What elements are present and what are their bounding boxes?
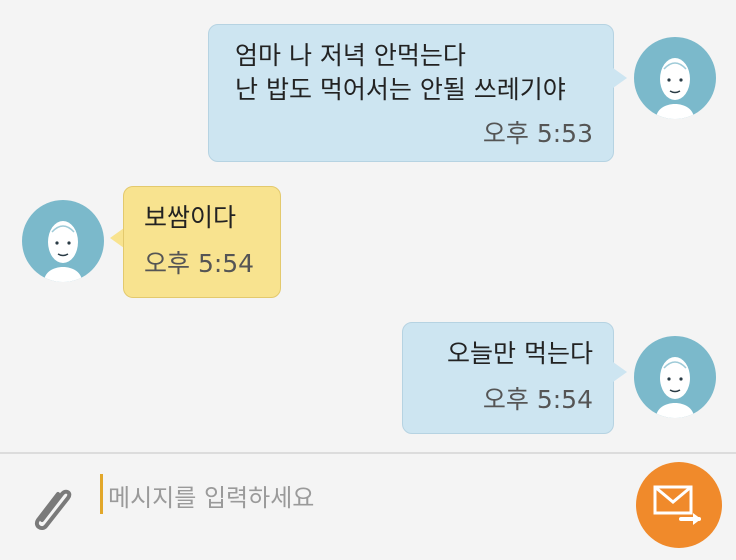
message-input-bar: 메시지를 입력하세요 [0, 452, 736, 560]
paperclip-icon[interactable] [24, 480, 76, 536]
message-bubble: 오늘만 먹는다 오후 5:54 [402, 322, 614, 434]
avatar-icon[interactable] [22, 200, 104, 282]
envelope-send-icon [653, 485, 701, 525]
chat-area: 엄마 나 저녁 안먹는다 난 밥도 먹어서는 안될 쓰레기야 오후 5:53 보… [0, 0, 736, 452]
message-text: 보쌈이다 [144, 203, 237, 232]
bubble-tail [613, 362, 627, 382]
message-text: 오늘만 먹는다 [447, 339, 593, 368]
message-text: 엄마 나 저녁 안먹는다 난 밥도 먹어서는 안될 쓰레기야 [235, 41, 566, 104]
message-bubble: 보쌈이다 오후 5:54 [123, 186, 281, 298]
message-time: 오후 5:54 [144, 249, 255, 278]
bubble-tail [613, 68, 627, 88]
message-bubble: 엄마 나 저녁 안먹는다 난 밥도 먹어서는 안될 쓰레기야 오후 5:53 [208, 24, 614, 162]
avatar-icon[interactable] [634, 336, 716, 418]
message-time: 오후 5:53 [482, 119, 593, 148]
avatar-icon[interactable] [634, 37, 716, 119]
message-time: 오후 5:54 [482, 385, 593, 414]
send-button[interactable] [636, 462, 722, 548]
bubble-tail [110, 228, 124, 248]
message-input[interactable]: 메시지를 입력하세요 [108, 478, 314, 513]
text-caret [100, 474, 103, 514]
